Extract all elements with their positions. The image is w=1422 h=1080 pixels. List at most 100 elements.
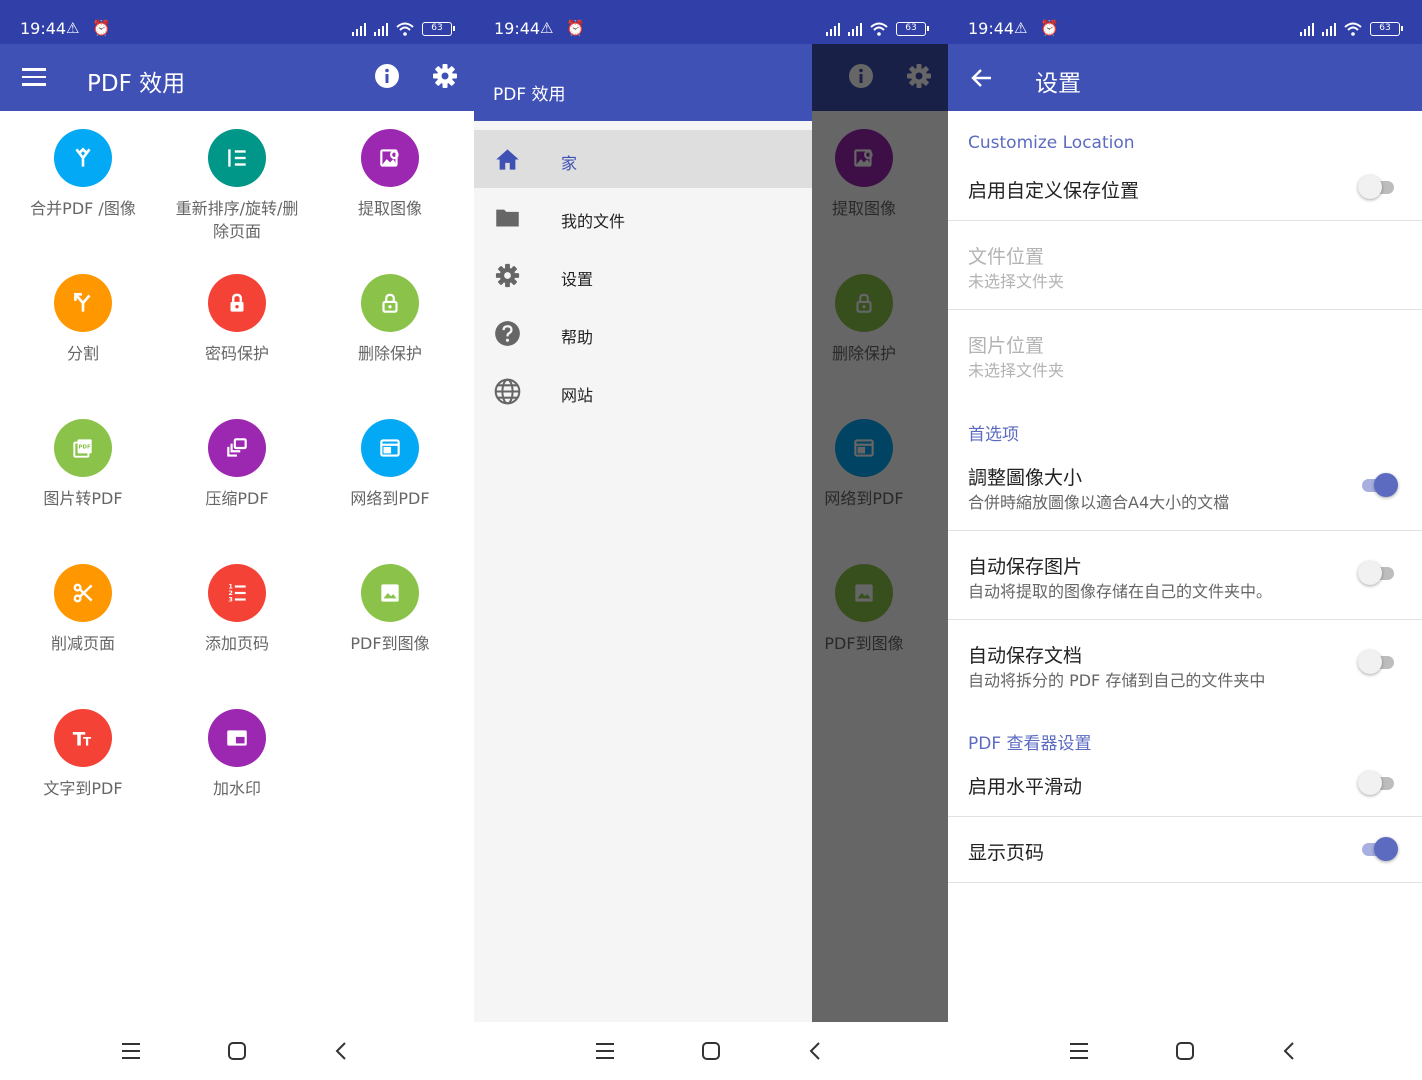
tool-tile-merge[interactable]: 合并PDF /图像 <box>6 129 160 220</box>
tool-tile-compress[interactable]: 压缩PDF <box>160 419 314 510</box>
setting-title: 自动保存文档 <box>968 645 1083 667</box>
status-right-icons: 63 <box>352 22 455 36</box>
tile-circle <box>54 129 112 187</box>
tool-tile-numbered-list[interactable]: 1 2 3 添加页码 <box>160 564 314 655</box>
status-time: 19:44 <box>20 19 67 38</box>
tool-tile-lock[interactable]: 密码保护 <box>160 274 314 365</box>
tool-tile-image-pdf[interactable]: PDF 图片转PDF <box>6 419 160 510</box>
home-nav-icon[interactable] <box>699 1040 723 1062</box>
horizontal-scroll-switch[interactable] <box>1358 770 1396 796</box>
folder-icon <box>496 209 519 227</box>
tool-tile-extract-image[interactable]: 提取图像 <box>313 129 467 220</box>
back-nav-icon[interactable] <box>1278 1040 1302 1062</box>
tool-tile-image[interactable]: PDF到图像 <box>313 564 467 655</box>
tile-circle <box>54 274 112 332</box>
drawer-item-help[interactable]: 帮助 <box>474 304 812 362</box>
setting-file-location[interactable]: 文件位置 未选择文件夹 <box>948 221 1422 309</box>
tool-tile-unlock[interactable]: 删除保护 <box>313 274 467 365</box>
settings-title: 设置 <box>1035 71 1081 97</box>
show-page-number-switch[interactable] <box>1360 836 1398 862</box>
tile-circle <box>361 129 419 187</box>
setting-horizontal-scroll[interactable]: 启用水平滑动 <box>948 756 1422 816</box>
image-pdf-icon: PDF <box>73 439 92 458</box>
tile-label: 网络到PDF <box>350 489 430 508</box>
resize-images-switch[interactable] <box>1360 472 1398 498</box>
navigation-drawer: PDF 效用 家 我的文件 设置 帮助 网站 <box>474 44 812 1022</box>
setting-autosave-images[interactable]: 自动保存图片 自动将提取的图像存储在自己的文件夹中。 <box>948 531 1422 619</box>
signal-icon <box>1300 22 1314 36</box>
drawer-item-label: 我的文件 <box>561 212 626 231</box>
setting-subtitle: 自动将提取的图像存储在自己的文件夹中。 <box>968 582 1273 601</box>
drawer-item-my-files[interactable]: 我的文件 <box>474 188 812 246</box>
tool-tile-text[interactable]: T T 文字到PDF <box>6 709 160 800</box>
custom-location-switch[interactable] <box>1358 174 1396 200</box>
status-time: 19:44 <box>968 19 1015 38</box>
info-icon[interactable] <box>373 62 401 90</box>
home-nav-icon[interactable] <box>1173 1040 1197 1062</box>
battery-icon: 63 <box>896 22 929 36</box>
wifi-icon <box>1344 22 1362 36</box>
tile-label: 合并PDF /图像 <box>30 199 136 218</box>
tile-label: 重新排序/旋转/删除页面 <box>175 199 299 241</box>
status-bar: 19:44 ⚠ ⏰ 63 <box>948 0 1422 44</box>
autosave-docs-switch[interactable] <box>1358 649 1396 675</box>
menu-icon[interactable] <box>22 68 46 86</box>
back-nav-icon[interactable] <box>330 1040 354 1062</box>
tile-label: 削减页面 <box>50 634 115 653</box>
tool-tile-watermark[interactable]: 加水印 <box>160 709 314 800</box>
tool-tile-reorder-list[interactable]: 重新排序/旋转/删除页面 <box>160 129 314 243</box>
tool-tile-split[interactable]: 分割 <box>6 274 160 365</box>
gear-icon[interactable] <box>431 62 459 90</box>
text-icon: TT <box>73 730 92 751</box>
tool-tile-scissors[interactable]: 削减页面 <box>6 564 160 655</box>
app-title: PDF 效用 <box>87 71 186 97</box>
setting-subtitle: 未选择文件夹 <box>968 272 1065 291</box>
tool-tile-web-page[interactable]: 网络到PDF <box>313 419 467 510</box>
setting-custom-location[interactable]: 启用自定义保存位置 <box>948 160 1422 220</box>
drawer-item-website[interactable]: 网站 <box>474 362 812 420</box>
scrim[interactable]: 提取图像删除保护网络到PDFPDF到图像 <box>812 44 948 1022</box>
signal-icon <box>352 22 366 36</box>
status-bar: 19:44 ⚠ ⏰ 63 <box>0 0 474 44</box>
unlock-icon <box>382 293 398 313</box>
scissors-icon <box>73 583 93 603</box>
status-bar: 19:44 ⚠ ⏰ 63 <box>474 0 948 44</box>
setting-show-page-number[interactable]: 显示页码 <box>948 817 1422 882</box>
recents-icon[interactable] <box>1067 1040 1091 1062</box>
svg-text:3: 3 <box>228 596 233 604</box>
drawer-item-label: 设置 <box>561 270 594 289</box>
wifi-icon <box>870 22 888 36</box>
section-header-viewer: PDF 查看器设置 <box>968 734 1092 754</box>
gear-icon <box>495 263 520 288</box>
watermark-icon <box>227 730 247 746</box>
drawer-item-settings[interactable]: 设置 <box>474 246 812 304</box>
tile-circle: 123 <box>208 564 266 622</box>
setting-image-location[interactable]: 图片位置 未选择文件夹 <box>948 310 1422 398</box>
tile-label: 图片转PDF <box>43 489 123 508</box>
recents-icon[interactable] <box>593 1040 617 1062</box>
notification-icons: ⚠ ⏰ <box>66 19 115 37</box>
back-nav-icon[interactable] <box>804 1040 828 1062</box>
setting-resize-images[interactable]: 調整圖像大小 合併時縮放圖像以適合A4大小的文檔 <box>948 448 1422 530</box>
tile-circle <box>361 419 419 477</box>
setting-title: 启用自定义保存位置 <box>968 180 1140 202</box>
tile-label: 密码保护 <box>204 344 269 363</box>
wifi-icon <box>396 22 414 36</box>
numbered-list-icon: 123 <box>228 583 246 604</box>
recents-icon[interactable] <box>119 1040 143 1062</box>
status-time: 19:44 <box>494 19 541 38</box>
home-screen: 19:44 ⚠ ⏰ 63 PDF 效用 合并PDF /图像 重新排序/旋转/删除页… <box>0 0 474 1080</box>
drawer-title: PDF 效用 <box>493 85 566 105</box>
reorder-list-icon <box>228 149 246 167</box>
drawer-item-home[interactable]: 家 <box>474 130 812 188</box>
setting-title: 图片位置 <box>968 335 1045 357</box>
globe-icon <box>494 378 521 405</box>
autosave-images-switch[interactable] <box>1358 560 1396 586</box>
setting-autosave-docs[interactable]: 自动保存文档 自动将拆分的 PDF 存储到自己的文件夹中 <box>948 620 1422 708</box>
setting-subtitle: 合併時縮放圖像以適合A4大小的文檔 <box>968 493 1230 512</box>
back-arrow-icon[interactable] <box>970 66 994 90</box>
tile-circle <box>208 419 266 477</box>
svg-text:T: T <box>83 735 92 749</box>
tile-circle: TT <box>54 709 112 767</box>
home-nav-icon[interactable] <box>225 1040 249 1062</box>
